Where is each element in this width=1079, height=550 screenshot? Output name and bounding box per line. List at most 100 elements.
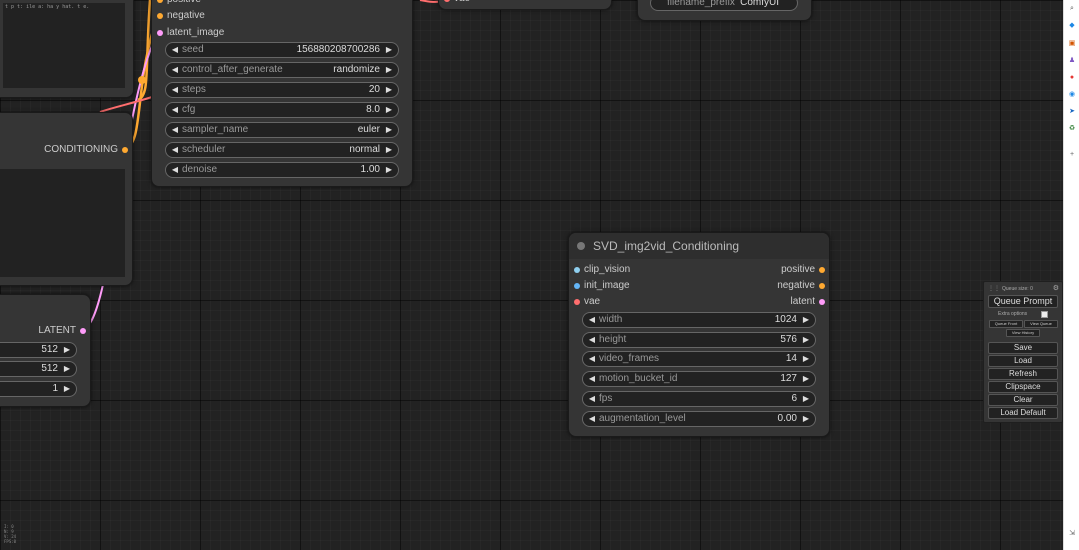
search-icon[interactable]: ⌕	[1068, 5, 1076, 13]
height-widget[interactable]: ◀ height 576 ▶	[582, 332, 816, 348]
send-icon[interactable]: ➤	[1068, 108, 1076, 116]
scheduler-widget[interactable]: ◀ scheduler normal ▶	[165, 142, 399, 158]
cfg-widget[interactable]: ◀ cfg 8.0 ▶	[165, 102, 399, 118]
queue-prompt-button[interactable]: Queue Prompt	[988, 295, 1058, 308]
latent-output-dot[interactable]	[819, 299, 825, 305]
arrow-left-icon[interactable]: ◀	[170, 83, 180, 97]
queue-menu[interactable]: ⋮⋮ Queue size: 0 ⚙ Queue Prompt Extra op…	[983, 281, 1063, 423]
conditioning-node[interactable]: CONDITIONING	[0, 112, 133, 286]
briefcase-icon[interactable]: ▣	[1068, 40, 1076, 48]
arrow-left-icon[interactable]: ◀	[587, 352, 597, 366]
arrow-right-icon[interactable]: ▶	[62, 343, 72, 357]
note-text[interactable]: t p t: ile a: ha y hat. t e.	[5, 4, 89, 10]
svd-output-latent[interactable]: latent	[735, 295, 825, 309]
vae-input-dot[interactable]	[574, 299, 580, 305]
arrow-right-icon[interactable]: ▶	[384, 83, 394, 97]
load-default-button[interactable]: Load Default	[988, 407, 1058, 419]
svd-img2vid-node[interactable]: SVD_img2vid_Conditioning clip_vision ini…	[568, 232, 830, 437]
negative-output-dot[interactable]	[819, 283, 825, 289]
motion-bucket-id-widget[interactable]: ◀ motion_bucket_id 127 ▶	[582, 371, 816, 387]
view-history-button[interactable]: View History	[1006, 329, 1040, 337]
ksampler-input-positive[interactable]: positive	[157, 0, 201, 7]
arrow-right-icon[interactable]: ▶	[384, 143, 394, 157]
graph-canvas[interactable]: t p t: ile a: ha y hat. t e. CONDITIONIN…	[0, 0, 1063, 550]
arrow-right-icon[interactable]: ▶	[62, 382, 72, 396]
arrow-right-icon[interactable]: ▶	[384, 163, 394, 177]
arrow-left-icon[interactable]: ◀	[587, 372, 597, 386]
save-image-node[interactable]: filename_prefix ComfyUI	[637, 0, 812, 21]
note-node[interactable]: t p t: ile a: ha y hat. t e.	[0, 0, 134, 98]
arrow-right-icon[interactable]: ▶	[62, 362, 72, 376]
arrow-left-icon[interactable]: ◀	[587, 313, 597, 327]
clipspace-button[interactable]: Clipspace	[988, 381, 1058, 393]
svd-output-positive[interactable]: positive	[735, 263, 825, 277]
clear-button[interactable]: Clear	[988, 394, 1058, 406]
vae-decode-node[interactable]: vae	[438, 0, 612, 10]
vae-decode-input-vae[interactable]: vae	[444, 0, 470, 6]
arrow-left-icon[interactable]: ◀	[170, 163, 180, 177]
width-widget[interactable]: ◀ width 1024 ▶	[582, 312, 816, 328]
svd-output-negative[interactable]: negative	[735, 279, 825, 293]
arrow-left-icon[interactable]: ◀	[587, 412, 597, 426]
arrow-left-icon[interactable]: ◀	[587, 392, 597, 406]
clip-vision-input-dot[interactable]	[574, 267, 580, 273]
people-icon[interactable]: ♟	[1068, 57, 1076, 65]
arrow-left-icon[interactable]: ◀	[170, 63, 180, 77]
latent-batch-widget[interactable]: 1 ▶	[0, 381, 77, 397]
steps-widget[interactable]: ◀ steps 20 ▶	[165, 82, 399, 98]
view-queue-button[interactable]: View Queue	[1024, 320, 1058, 328]
arrow-right-icon[interactable]: ▶	[801, 412, 811, 426]
svd-input-clip-vision[interactable]: clip_vision	[574, 263, 630, 277]
arrow-right-icon[interactable]: ▶	[801, 372, 811, 386]
arrow-left-icon[interactable]: ◀	[170, 123, 180, 137]
arrow-right-icon[interactable]: ▶	[384, 103, 394, 117]
fps-widget[interactable]: ◀ fps 6 ▶	[582, 391, 816, 407]
positive-output-dot[interactable]	[819, 267, 825, 273]
latent-height-widget[interactable]: 512 ▶	[0, 361, 77, 377]
latent-input-dot[interactable]	[157, 30, 163, 36]
gear-icon[interactable]: ⚙	[1053, 284, 1059, 292]
ksampler-input-negative[interactable]: negative	[157, 9, 205, 23]
seed-widget[interactable]: ◀ seed 156880208700286 ▶	[165, 42, 399, 58]
arrow-right-icon[interactable]: ▶	[801, 352, 811, 366]
drag-handle-icon[interactable]: ⋮⋮	[988, 285, 1000, 292]
arrow-left-icon[interactable]: ◀	[587, 333, 597, 347]
control-after-generate-widget[interactable]: ◀ control_after_generate randomize ▶	[165, 62, 399, 78]
video-frames-widget[interactable]: ◀ video_frames 14 ▶	[582, 351, 816, 367]
add-icon[interactable]: +	[1068, 151, 1076, 159]
latent-width-widget[interactable]: 512 ▶	[0, 342, 77, 358]
extra-options-checkbox[interactable]	[1041, 311, 1048, 318]
arrow-right-icon[interactable]: ▶	[384, 43, 394, 57]
load-button[interactable]: Load	[988, 355, 1058, 367]
svd-title-bar[interactable]: SVD_img2vid_Conditioning	[569, 233, 829, 259]
init-image-input-dot[interactable]	[574, 283, 580, 289]
conditioning-output-dot[interactable]	[122, 147, 128, 153]
svd-input-init-image[interactable]: init_image	[574, 279, 630, 293]
augmentation-level-widget[interactable]: ◀ augmentation_level 0.00 ▶	[582, 411, 816, 427]
conditioning-output[interactable]: CONDITIONING	[8, 143, 128, 157]
office-icon[interactable]: ●	[1068, 74, 1076, 82]
outlook-icon[interactable]: ◉	[1068, 91, 1076, 99]
negative-input-dot[interactable]	[157, 13, 163, 19]
filename-prefix-widget[interactable]: filename_prefix ComfyUI	[650, 0, 798, 11]
arrow-right-icon[interactable]: ▶	[801, 392, 811, 406]
arrow-right-icon[interactable]: ▶	[384, 123, 394, 137]
latent-node[interactable]: LATENT 512 ▶ 512 ▶ 1 ▶	[0, 294, 91, 407]
arrow-left-icon[interactable]: ◀	[170, 43, 180, 57]
arrow-left-icon[interactable]: ◀	[170, 143, 180, 157]
sidebar-settings-icon[interactable]: ⇲	[1068, 530, 1076, 538]
save-button[interactable]: Save	[988, 342, 1058, 354]
collapse-dot-icon[interactable]	[577, 242, 585, 250]
denoise-widget[interactable]: ◀ denoise 1.00 ▶	[165, 162, 399, 178]
arrow-left-icon[interactable]: ◀	[170, 103, 180, 117]
arrow-right-icon[interactable]: ▶	[801, 313, 811, 327]
svd-input-vae[interactable]: vae	[574, 295, 600, 309]
arrow-right-icon[interactable]: ▶	[384, 63, 394, 77]
tag-icon[interactable]: ◆	[1068, 22, 1076, 30]
refresh-button[interactable]: Refresh	[988, 368, 1058, 380]
latent-output-dot[interactable]	[80, 328, 86, 334]
sampler-name-widget[interactable]: ◀ sampler_name euler ▶	[165, 122, 399, 138]
ksampler-input-latent[interactable]: latent_image	[157, 26, 224, 40]
arrow-right-icon[interactable]: ▶	[801, 333, 811, 347]
recycle-icon[interactable]: ♻	[1068, 125, 1076, 133]
